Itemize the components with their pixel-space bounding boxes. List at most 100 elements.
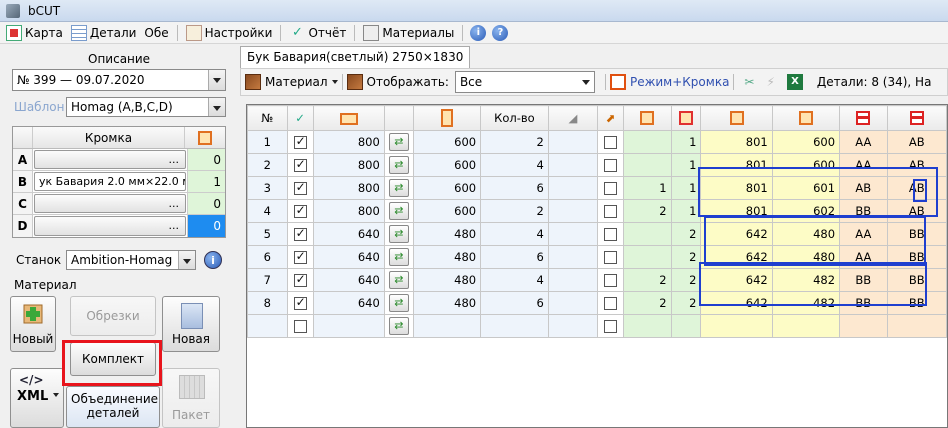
machine-info-icon[interactable]: i [204, 251, 222, 269]
order-select[interactable]: № 399 — 09.07.2020 [12, 69, 226, 91]
cell-edge-short[interactable]: 1 [670, 153, 702, 177]
lightning-icon[interactable]: ⚡ [766, 75, 774, 89]
col-enabled[interactable]: ✓ [286, 105, 314, 131]
cell-quantity[interactable]: 6 [480, 291, 549, 315]
cell-edge-short[interactable]: 2 [670, 291, 702, 315]
cell-texture[interactable] [547, 199, 599, 223]
cell-edge-long[interactable] [623, 130, 672, 154]
cell-edge-long[interactable]: 2 [623, 199, 672, 223]
row-checkbox[interactable] [286, 291, 314, 315]
cell-edge-short[interactable]: 2 [670, 268, 702, 292]
edge-select-button[interactable]: ук Бавария 2.0 мм×22.0 мм [34, 172, 186, 191]
checkbox-icon[interactable] [293, 295, 307, 310]
tools-icon[interactable]: ✂ [744, 75, 754, 89]
swap-icon[interactable]: ⇄ [388, 225, 409, 243]
col-number[interactable]: № [247, 105, 288, 131]
row-checkbox[interactable] [286, 176, 314, 200]
cell-edge-long[interactable]: 1 [623, 176, 672, 200]
cell-length[interactable]: 640 [312, 268, 385, 292]
cell-swap[interactable]: ⇄ [383, 153, 414, 177]
cell-rotate[interactable] [597, 268, 625, 292]
material-menu[interactable]: Материал [265, 75, 328, 89]
col-edge-code-1[interactable] [839, 105, 888, 131]
cell-rotate[interactable] [597, 153, 625, 177]
cell-rotate[interactable] [597, 130, 625, 154]
table-row[interactable]: 1800⇄60021801600AAAB [247, 130, 947, 154]
info-icon[interactable]: i [470, 24, 487, 41]
cell-edge-long[interactable] [623, 245, 672, 269]
cell-quantity[interactable]: 6 [480, 245, 549, 269]
cell-length[interactable]: 640 [312, 245, 385, 269]
row-checkbox[interactable] [286, 130, 314, 154]
checkbox-icon[interactable] [293, 134, 307, 149]
checkbox-icon[interactable] [293, 157, 307, 172]
merge-details-button[interactable]: Объединение деталей [66, 386, 160, 428]
cell-edge-long[interactable]: 2 [623, 291, 672, 315]
cell-texture[interactable] [547, 153, 599, 177]
cell-length[interactable] [312, 314, 385, 338]
cell-quantity[interactable]: 2 [480, 130, 549, 154]
cell-edge-short[interactable]: 1 [670, 176, 702, 200]
cell-length[interactable]: 800 [312, 153, 385, 177]
cell-width[interactable]: 480 [412, 222, 482, 246]
cell-edge-long[interactable]: 2 [623, 268, 672, 292]
cell-texture[interactable] [547, 222, 599, 246]
packet-button[interactable]: Пакет [162, 368, 220, 428]
cell-swap[interactable]: ⇄ [383, 314, 414, 338]
swap-icon[interactable]: ⇄ [388, 317, 409, 335]
offcuts-button[interactable]: Обрезки [70, 296, 156, 336]
row-checkbox[interactable] [286, 222, 314, 246]
cell-width[interactable]: 600 [412, 176, 482, 200]
row-checkbox[interactable] [286, 314, 314, 338]
excel-icon[interactable]: X [786, 74, 803, 90]
swap-icon[interactable]: ⇄ [388, 248, 409, 266]
col-cut-width[interactable] [771, 105, 841, 131]
checkbox-icon[interactable] [604, 251, 618, 264]
cell-quantity[interactable]: 2 [480, 199, 549, 223]
cell-quantity[interactable] [480, 314, 549, 338]
machine-select[interactable]: Ambition-Homag [66, 250, 196, 270]
swap-icon[interactable]: ⇄ [388, 271, 409, 289]
checkbox-icon[interactable] [293, 249, 307, 264]
cell-length[interactable]: 640 [312, 291, 385, 315]
cell-edge-long[interactable] [623, 222, 672, 246]
cell-texture[interactable] [547, 314, 599, 338]
checkbox-icon[interactable] [604, 228, 618, 241]
cell-edge-short[interactable]: 1 [670, 130, 702, 154]
checkbox-icon[interactable] [293, 272, 307, 287]
mode-edge-toggle[interactable]: Режим+Кромка [630, 75, 729, 89]
menu-settings[interactable]: Настройки [182, 23, 277, 43]
new-sheet-button[interactable]: Новая [162, 296, 220, 352]
help-icon[interactable]: ? [492, 24, 509, 41]
checkbox-icon[interactable] [604, 274, 618, 287]
display-select[interactable]: Все [454, 71, 595, 93]
col-edge-code-2[interactable] [886, 105, 947, 131]
cell-swap[interactable]: ⇄ [383, 176, 414, 200]
cell-rotate[interactable] [597, 222, 625, 246]
cell-width[interactable]: 600 [412, 199, 482, 223]
cell-swap[interactable]: ⇄ [383, 130, 414, 154]
row-checkbox[interactable] [286, 153, 314, 177]
col-edge-short[interactable] [670, 105, 702, 131]
swap-icon[interactable]: ⇄ [388, 156, 409, 174]
col-swap[interactable] [383, 105, 414, 131]
xml-button[interactable]: </> XML [10, 368, 64, 428]
table-row[interactable]: ⇄ [247, 314, 947, 338]
checkbox-icon[interactable] [604, 297, 618, 310]
cell-texture[interactable] [547, 176, 599, 200]
checkbox-icon[interactable] [293, 226, 307, 241]
cell-quantity[interactable]: 6 [480, 176, 549, 200]
menu-report[interactable]: ✓ Отчёт [285, 23, 350, 43]
menu-details[interactable]: Детали [67, 23, 141, 43]
swap-icon[interactable]: ⇄ [388, 202, 409, 220]
col-width[interactable] [412, 105, 482, 131]
tab-material-sheet[interactable]: Бук Бавария(светлый) 2750×1830 [240, 46, 471, 68]
cell-edge-short[interactable]: 1 [670, 199, 702, 223]
swap-icon[interactable]: ⇄ [388, 133, 409, 151]
cell-rotate[interactable] [597, 291, 625, 315]
checkbox-icon[interactable] [604, 182, 618, 195]
col-texture[interactable]: ◢ [547, 105, 599, 131]
col-cut-length[interactable] [700, 105, 773, 131]
edge-select-button[interactable]: ... [34, 216, 186, 236]
menu-both[interactable]: Обе [140, 23, 172, 43]
